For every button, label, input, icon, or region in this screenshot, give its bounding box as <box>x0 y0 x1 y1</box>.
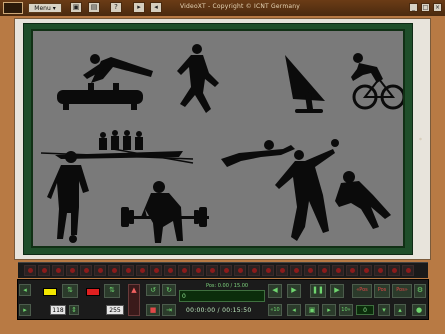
save-icon[interactable]: ▣ <box>70 2 82 13</box>
tool-28-icon[interactable] <box>402 265 414 276</box>
toolbox-strip <box>18 262 428 278</box>
rewind-icon[interactable]: ◀ <box>268 284 282 298</box>
maximize-button[interactable]: □ <box>421 3 430 12</box>
tool-11-icon[interactable] <box>164 265 176 276</box>
title-bar[interactable]: Menu ▾ ▣ ▤ ? ▸ ◂ VideoXT - Copyright © I… <box>0 0 445 16</box>
menu-label: Menu <box>34 5 51 12</box>
swap-colors-2-icon[interactable]: ⇅ <box>104 284 120 298</box>
cyclist <box>351 53 403 110</box>
sprinter <box>177 44 219 113</box>
running-back <box>335 171 391 229</box>
tool-27-icon[interactable] <box>388 265 400 276</box>
time-readout: 00:00:00 / 00:15:50 <box>186 307 252 314</box>
tool-23-icon[interactable] <box>332 265 344 276</box>
handball-player <box>275 139 339 241</box>
position-value: 0 <box>182 293 186 300</box>
red-vertical-slider[interactable]: ▲ <box>128 284 140 316</box>
tool-15-icon[interactable] <box>220 265 232 276</box>
tool-20-icon[interactable] <box>290 265 302 276</box>
arrow-right-icon[interactable]: ▸ <box>19 304 31 316</box>
help-icon[interactable]: ? <box>110 2 122 13</box>
jump-forward-button[interactable]: 10» <box>339 304 353 316</box>
canvas-screen[interactable] <box>31 29 405 248</box>
tool-22-icon[interactable] <box>318 265 330 276</box>
frame-icon[interactable]: ▣ <box>305 304 319 316</box>
tool-2-icon[interactable] <box>38 265 50 276</box>
speed-down-icon[interactable]: ▾ <box>378 304 390 316</box>
play-small-icon[interactable]: ▸ <box>133 2 145 13</box>
tool-16-icon[interactable] <box>234 265 246 276</box>
tool-3-icon[interactable] <box>52 265 64 276</box>
red-swatch[interactable] <box>86 288 100 296</box>
tool-8-icon[interactable] <box>122 265 134 276</box>
gymnast-pommel-horse <box>57 54 153 110</box>
swimmer <box>221 140 295 167</box>
pos-button[interactable]: Pos <box>374 284 390 298</box>
tool-7-icon[interactable] <box>108 265 120 276</box>
tool-9-icon[interactable] <box>136 265 148 276</box>
weightlifter <box>121 181 209 243</box>
record-icon[interactable]: ◂ <box>150 2 162 13</box>
tool-17-icon[interactable] <box>248 265 260 276</box>
minimize-button[interactable]: _ <box>409 3 418 12</box>
tool-21-icon[interactable] <box>304 265 316 276</box>
tool-6-icon[interactable] <box>94 265 106 276</box>
tool-18-icon[interactable] <box>262 265 274 276</box>
window-title: VideoXT - Copyright © ICNT Germany <box>180 3 300 10</box>
line-width-field[interactable]: 118 <box>50 305 66 315</box>
loop-icon[interactable]: ↺ <box>146 284 160 296</box>
refresh-icon[interactable]: ↻ <box>162 284 176 296</box>
line-width-stepper[interactable]: ⇕ <box>69 305 79 315</box>
tool-13-icon[interactable] <box>192 265 204 276</box>
opacity-field[interactable]: 255 <box>106 305 124 315</box>
record-button-icon[interactable]: ● <box>412 304 426 316</box>
next-pos-button[interactable]: Pos» <box>392 284 412 298</box>
tool-14-icon[interactable] <box>206 265 218 276</box>
close-button[interactable]: × <box>433 3 442 12</box>
app-logo-icon <box>3 2 23 14</box>
swap-colors-icon[interactable]: ⇅ <box>62 284 78 298</box>
tool-10-icon[interactable] <box>150 265 162 276</box>
jump-back-button[interactable]: «10 <box>268 304 282 316</box>
stop-icon[interactable]: ■ <box>146 304 160 316</box>
settings-icon[interactable]: ⚙ <box>414 284 426 298</box>
menu-button[interactable]: Menu ▾ <box>28 3 62 13</box>
arrow-left-icon[interactable]: ◂ <box>19 284 31 296</box>
tool-26-icon[interactable] <box>374 265 386 276</box>
app-window: Menu ▾ ▣ ▤ ? ▸ ◂ VideoXT - Copyright © I… <box>0 0 445 334</box>
footballer <box>47 151 89 243</box>
position-label: Pos: 0.00 / 15.00 <box>206 283 249 289</box>
prev-pos-button[interactable]: «Pos <box>352 284 372 298</box>
tool-1-icon[interactable] <box>24 265 36 276</box>
step-back-icon[interactable]: ◂ <box>287 304 301 316</box>
tool-24-icon[interactable] <box>346 265 358 276</box>
pause-icon[interactable]: ❚❚ <box>310 284 326 298</box>
next-icon[interactable]: ⇥ <box>162 304 176 316</box>
yellow-swatch[interactable] <box>43 288 57 296</box>
rowing-crew <box>40 130 194 164</box>
step-forward-icon[interactable]: ▸ <box>322 304 336 316</box>
tool-19-icon[interactable] <box>276 265 288 276</box>
sports-silhouettes <box>40 44 403 243</box>
windsurfer <box>285 55 325 113</box>
bottom-border <box>0 322 445 334</box>
tool-5-icon[interactable] <box>80 265 92 276</box>
tool-12-icon[interactable] <box>178 265 190 276</box>
tool-4-icon[interactable] <box>66 265 78 276</box>
position-slider[interactable] <box>179 290 265 302</box>
fast-forward-icon[interactable]: ▶ <box>330 284 344 298</box>
tool-25-icon[interactable] <box>360 265 372 276</box>
speed-up-icon[interactable]: ▴ <box>394 304 406 316</box>
speed-field[interactable]: 0 <box>356 305 374 315</box>
play-icon[interactable]: ▶ <box>287 284 301 298</box>
disk-icon[interactable]: ▤ <box>88 2 100 13</box>
